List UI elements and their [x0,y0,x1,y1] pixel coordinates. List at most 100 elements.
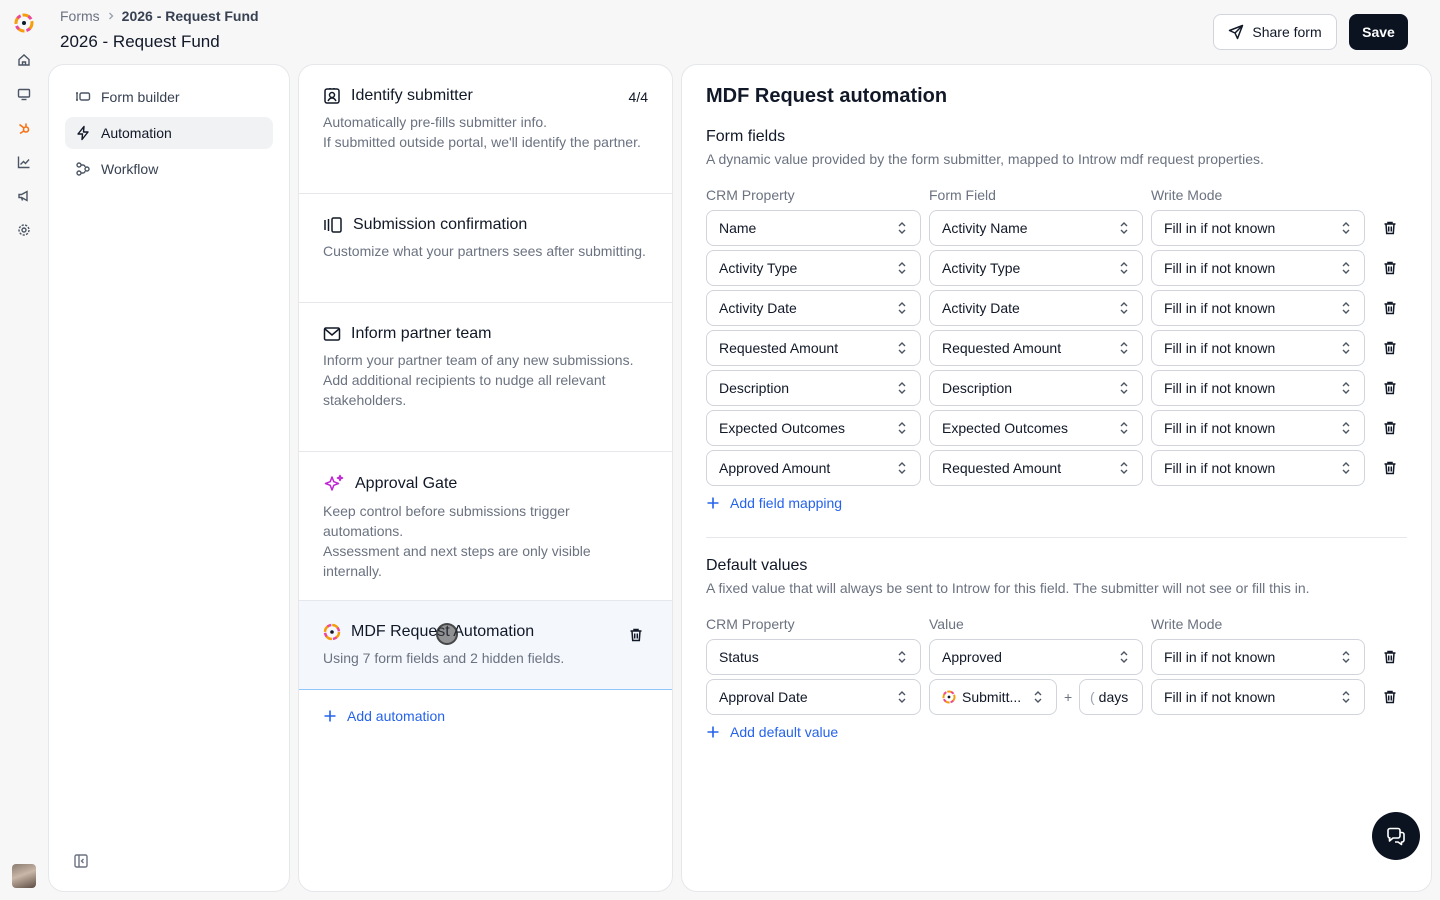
nav-item-form-builder[interactable]: Form builder [65,81,273,113]
plus-icon [706,725,720,739]
chevron-up-down-icon [896,341,908,355]
crm-property-select[interactable]: Approval Date [706,679,921,715]
chevron-up-down-icon [1032,690,1044,704]
share-form-label: Share form [1252,24,1322,40]
delete-automation-trash-icon[interactable] [628,627,644,643]
select-value: Fill in if not known [1164,689,1276,705]
delete-row-trash-icon[interactable] [1382,460,1398,476]
automation-card-submission-confirmation[interactable]: Submission confirmation Customize what y… [299,194,672,303]
card-description: Customize what your partners sees after … [323,243,646,259]
add-default-value-button[interactable]: Add default value [706,724,838,740]
automation-card-identify-submitter[interactable]: Identify submitter 4/4 Automatically pre… [299,65,672,194]
automation-list-panel: Identify submitter 4/4 Automatically pre… [298,64,673,892]
delete-row-trash-icon[interactable] [1382,260,1398,276]
crm-property-select[interactable]: Approved Amount [706,450,921,486]
delete-row-trash-icon[interactable] [1382,380,1398,396]
form-field-select[interactable]: Requested Amount [929,330,1143,366]
chevron-up-down-icon [896,421,908,435]
chevron-up-down-icon [1118,301,1130,315]
hubspot-icon[interactable] [12,116,36,140]
automation-card-approval-gate[interactable]: Approval Gate Keep control before submis… [299,452,672,601]
chart-icon[interactable] [12,150,36,174]
delete-row-trash-icon[interactable] [1382,340,1398,356]
default-values-title: Default values [706,557,808,574]
form-field-select[interactable]: Expected Outcomes [929,410,1143,446]
monitor-icon[interactable] [12,82,36,106]
select-value: Approved Amount [719,460,831,476]
breadcrumb-forms-link[interactable]: Forms [60,8,100,24]
nav-item-automation[interactable]: Automation [65,117,273,149]
write-mode-select[interactable]: Fill in if not known [1151,370,1365,406]
share-form-button[interactable]: Share form [1213,14,1337,50]
crm-property-select[interactable]: Activity Type [706,250,921,286]
select-value: Fill in if not known [1164,260,1276,276]
workflow-icon [75,161,91,177]
app-rail [0,0,48,900]
automation-card-inform-partner-team[interactable]: Inform partner team Inform your partner … [299,303,672,452]
select-value: Expected Outcomes [719,420,846,436]
nav-item-label: Workflow [101,161,159,177]
select-value: Fill in if not known [1164,460,1276,476]
write-mode-select[interactable]: Fill in if not known [1151,210,1365,246]
crm-property-select[interactable]: Requested Amount [706,330,921,366]
chevron-up-down-icon [1340,221,1352,235]
crm-property-select[interactable]: Activity Date [706,290,921,326]
days-offset-input[interactable]: ( days [1079,679,1143,715]
chat-support-button[interactable] [1372,812,1420,860]
delete-row-trash-icon[interactable] [1382,689,1398,705]
megaphone-icon[interactable] [12,184,36,208]
settings-icon[interactable] [12,218,36,242]
crm-property-select[interactable]: Name [706,210,921,246]
user-avatar[interactable] [12,864,36,888]
introw-logo-icon [942,690,956,704]
add-automation-button[interactable]: Add automation [323,708,445,724]
form-field-select[interactable]: Activity Name [929,210,1143,246]
chevron-up-down-icon [1118,650,1130,664]
introw-logo-icon[interactable] [13,12,35,34]
form-field-select[interactable]: Requested Amount [929,450,1143,486]
select-value: Approved [942,649,1002,665]
write-mode-select[interactable]: Fill in if not known [1151,450,1365,486]
form-field-select[interactable]: Activity Type [929,250,1143,286]
card-title: Identify submitter [351,87,473,104]
write-mode-select[interactable]: Fill in if not known [1151,639,1365,675]
chevron-up-down-icon [1118,341,1130,355]
select-value: Fill in if not known [1164,649,1276,665]
mouse-cursor [436,623,458,645]
form-field-select[interactable]: Activity Date [929,290,1143,326]
delete-row-trash-icon[interactable] [1382,420,1398,436]
date-source-select[interactable]: Submitt... [929,679,1057,715]
crm-property-select[interactable]: Description [706,370,921,406]
nav-item-workflow[interactable]: Workflow [65,153,273,185]
select-value: Fill in if not known [1164,420,1276,436]
card-title: Approval Gate [355,475,458,492]
chevron-up-down-icon [896,381,908,395]
nav-item-label: Automation [101,125,172,141]
automation-card-mdf-request[interactable]: MDF Request Automation Using 7 form fiel… [299,601,672,690]
chevron-up-down-icon [1340,461,1352,475]
card-description: Inform your partner team of any new subm… [323,352,634,368]
select-value: Description [942,380,1013,396]
delete-row-trash-icon[interactable] [1382,649,1398,665]
write-mode-select[interactable]: Fill in if not known [1151,250,1365,286]
chevron-up-down-icon [1340,650,1352,664]
write-mode-select[interactable]: Fill in if not known [1151,330,1365,366]
chevron-up-down-icon [1340,381,1352,395]
col-header-crm: CRM Property [706,187,795,203]
value-select[interactable]: Approved [929,639,1143,675]
write-mode-select[interactable]: Fill in if not known [1151,679,1365,715]
introw-logo-icon [323,623,341,641]
crm-property-select[interactable]: Status [706,639,921,675]
crm-property-select[interactable]: Expected Outcomes [706,410,921,446]
delete-row-trash-icon[interactable] [1382,300,1398,316]
write-mode-select[interactable]: Fill in if not known [1151,410,1365,446]
collapse-sidebar-icon[interactable] [73,853,89,869]
write-mode-select[interactable]: Fill in if not known [1151,290,1365,326]
delete-row-trash-icon[interactable] [1382,220,1398,236]
form-field-select[interactable]: Description [929,370,1143,406]
breadcrumb-current: 2026 - Request Fund [121,8,259,24]
home-icon[interactable] [12,48,36,72]
save-button[interactable]: Save [1349,14,1408,50]
add-field-mapping-button[interactable]: Add field mapping [706,495,842,511]
select-value: Activity Date [942,300,1020,316]
